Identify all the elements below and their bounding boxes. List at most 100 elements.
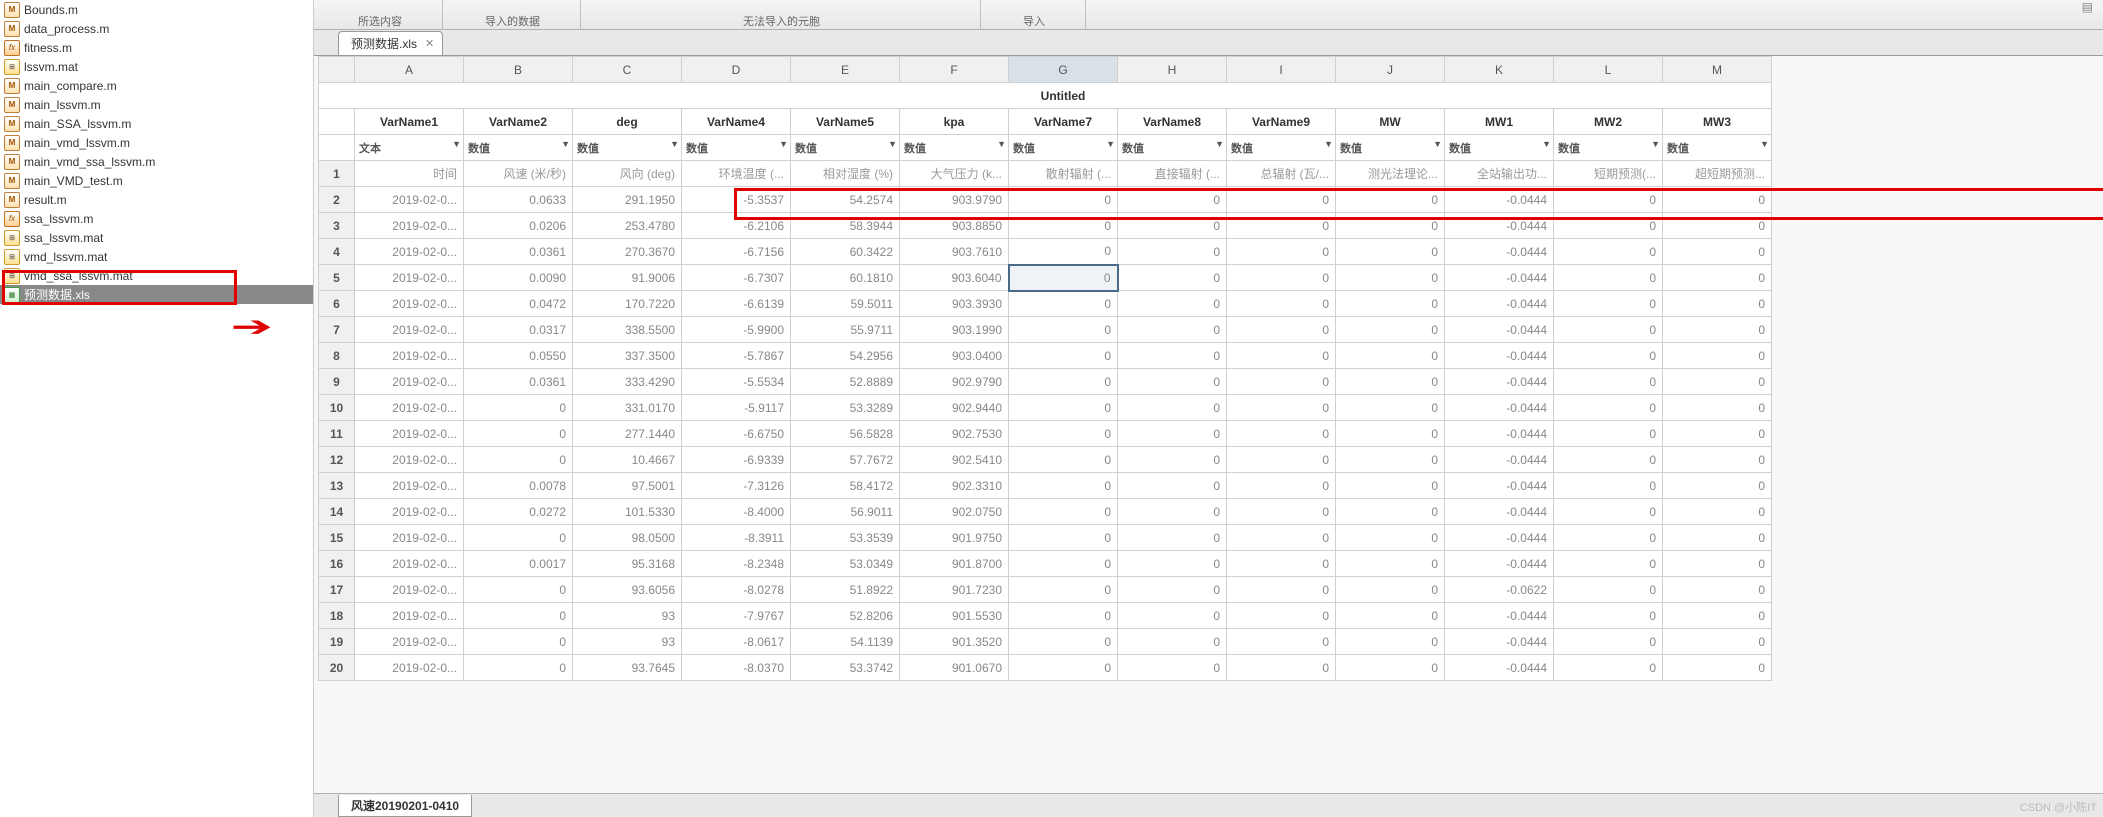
data-cell[interactable]: 0: [1118, 473, 1227, 499]
data-cell[interactable]: -8.0370: [682, 655, 791, 681]
column-header-letter[interactable]: F: [900, 57, 1009, 83]
data-cell[interactable]: 0: [1663, 291, 1772, 317]
row-number-header[interactable]: 17: [319, 577, 355, 603]
data-cell[interactable]: 2019-02-0...: [355, 187, 464, 213]
variable-name-header[interactable]: VarName1: [355, 109, 464, 135]
data-cell[interactable]: 0: [1663, 343, 1772, 369]
data-cell[interactable]: 0: [1663, 239, 1772, 265]
data-cell[interactable]: 901.9750: [900, 525, 1009, 551]
data-cell[interactable]: 0: [1336, 525, 1445, 551]
data-cell[interactable]: 0: [1227, 629, 1336, 655]
row-number-header[interactable]: 9: [319, 369, 355, 395]
data-cell[interactable]: 0: [1227, 317, 1336, 343]
data-cell[interactable]: 0: [1663, 629, 1772, 655]
variable-name-header[interactable]: deg: [573, 109, 682, 135]
column-header-letter[interactable]: M: [1663, 57, 1772, 83]
data-cell[interactable]: 0: [1663, 603, 1772, 629]
data-cell[interactable]: 0: [1009, 291, 1118, 317]
data-cell[interactable]: 0: [1118, 265, 1227, 291]
data-cell[interactable]: -0.0444: [1445, 447, 1554, 473]
column-type-selector[interactable]: 数值▼: [573, 135, 682, 161]
file-item[interactable]: fxfitness.m: [0, 38, 313, 57]
data-cell[interactable]: 0: [1554, 369, 1663, 395]
data-cell[interactable]: 0: [1663, 525, 1772, 551]
data-cell[interactable]: -8.2348: [682, 551, 791, 577]
file-item[interactable]: MBounds.m: [0, 0, 313, 19]
variable-name-header[interactable]: VarName2: [464, 109, 573, 135]
data-cell[interactable]: 0: [1554, 395, 1663, 421]
data-cell[interactable]: 0: [1554, 551, 1663, 577]
row-number-header[interactable]: 14: [319, 499, 355, 525]
data-cell[interactable]: -5.9900: [682, 317, 791, 343]
row-number-header[interactable]: 10: [319, 395, 355, 421]
data-cell[interactable]: 0: [1009, 317, 1118, 343]
file-item[interactable]: Mresult.m: [0, 190, 313, 209]
data-cell[interactable]: 0: [1554, 213, 1663, 239]
row-number-header[interactable]: 12: [319, 447, 355, 473]
data-cell[interactable]: 2019-02-0...: [355, 421, 464, 447]
data-cell[interactable]: 93: [573, 629, 682, 655]
spreadsheet-area[interactable]: ABCDEFGHIJKLMUntitledVarName1VarName2deg…: [314, 56, 2103, 793]
variable-name-header[interactable]: VarName8: [1118, 109, 1227, 135]
data-cell[interactable]: 2019-02-0...: [355, 525, 464, 551]
data-cell[interactable]: 0.0078: [464, 473, 573, 499]
data-cell[interactable]: 0.0017: [464, 551, 573, 577]
data-cell[interactable]: 51.8922: [791, 577, 900, 603]
data-cell[interactable]: 901.8700: [900, 551, 1009, 577]
variable-name-header[interactable]: MW1: [1445, 109, 1554, 135]
data-cell[interactable]: -0.0444: [1445, 629, 1554, 655]
row-number-header[interactable]: 6: [319, 291, 355, 317]
toolstrip-collapse-icon[interactable]: ▤: [2082, 0, 2099, 14]
data-cell[interactable]: 全站输出功...: [1445, 161, 1554, 187]
data-cell[interactable]: 93.6056: [573, 577, 682, 603]
data-cell[interactable]: 0: [464, 577, 573, 603]
data-cell[interactable]: 0: [1336, 421, 1445, 447]
column-header-letter[interactable]: C: [573, 57, 682, 83]
data-cell[interactable]: 903.6040: [900, 265, 1009, 291]
data-cell[interactable]: 0: [1227, 395, 1336, 421]
data-cell[interactable]: 0: [1118, 343, 1227, 369]
data-cell[interactable]: 0: [1554, 577, 1663, 603]
data-cell[interactable]: 0: [1554, 525, 1663, 551]
data-cell[interactable]: 0: [1227, 473, 1336, 499]
data-cell[interactable]: 0: [464, 447, 573, 473]
toolgroup-unimportable[interactable]: 无法导入的元胞: [583, 0, 981, 29]
row-number-header[interactable]: 19: [319, 629, 355, 655]
data-cell[interactable]: 0: [1009, 551, 1118, 577]
data-cell[interactable]: 2019-02-0...: [355, 317, 464, 343]
data-cell[interactable]: 0: [1009, 395, 1118, 421]
data-cell[interactable]: 901.0670: [900, 655, 1009, 681]
data-cell[interactable]: 56.9011: [791, 499, 900, 525]
data-cell[interactable]: 53.3539: [791, 525, 900, 551]
data-cell[interactable]: 902.7530: [900, 421, 1009, 447]
toolgroup-imported-data[interactable]: 导入的数据: [445, 0, 581, 29]
data-cell[interactable]: 0.0317: [464, 317, 573, 343]
data-cell[interactable]: 903.1990: [900, 317, 1009, 343]
file-item[interactable]: Mdata_process.m: [0, 19, 313, 38]
column-type-selector[interactable]: 数值▼: [1009, 135, 1118, 161]
data-cell[interactable]: 902.9790: [900, 369, 1009, 395]
data-cell[interactable]: 0: [1009, 447, 1118, 473]
data-cell[interactable]: 0: [1336, 265, 1445, 291]
data-cell[interactable]: 测光法理论...: [1336, 161, 1445, 187]
data-cell[interactable]: 59.5011: [791, 291, 900, 317]
data-cell[interactable]: 0: [1336, 291, 1445, 317]
data-cell[interactable]: -7.9767: [682, 603, 791, 629]
row-number-header[interactable]: 11: [319, 421, 355, 447]
data-cell[interactable]: 0: [1009, 369, 1118, 395]
file-item[interactable]: Mmain_vmd_ssa_lssvm.m: [0, 152, 313, 171]
data-cell[interactable]: 环境温度 (...: [682, 161, 791, 187]
column-header-letter[interactable]: E: [791, 57, 900, 83]
data-cell[interactable]: 55.9711: [791, 317, 900, 343]
data-cell[interactable]: 0: [1118, 187, 1227, 213]
data-cell[interactable]: -6.6750: [682, 421, 791, 447]
variable-name-header[interactable]: VarName4: [682, 109, 791, 135]
toolgroup-import[interactable]: 导入: [983, 0, 1086, 29]
data-cell[interactable]: 0: [1227, 499, 1336, 525]
data-cell[interactable]: -0.0444: [1445, 525, 1554, 551]
data-cell[interactable]: 0: [1336, 317, 1445, 343]
data-cell[interactable]: 10.4667: [573, 447, 682, 473]
data-cell[interactable]: 0: [1554, 343, 1663, 369]
data-cell[interactable]: 0: [1663, 577, 1772, 603]
data-cell[interactable]: 0: [1118, 577, 1227, 603]
